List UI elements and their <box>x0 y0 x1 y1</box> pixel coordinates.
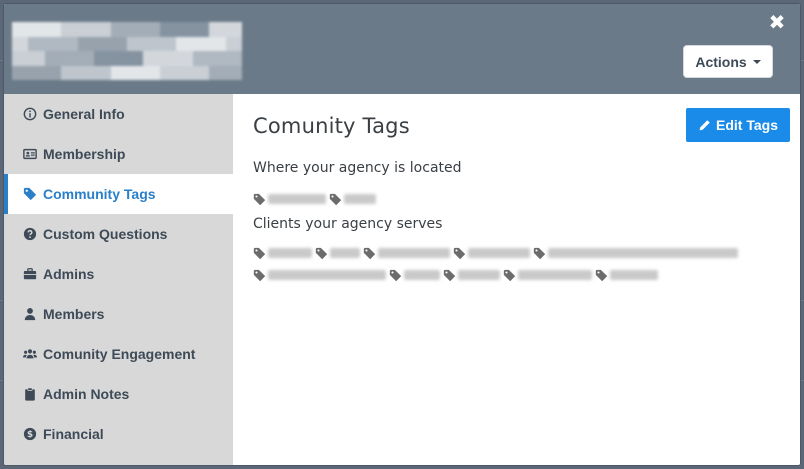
blurred-tag-text <box>378 248 450 258</box>
clients-section-label: Clients your agency serves <box>253 216 443 232</box>
blurred-tag-text <box>468 248 530 258</box>
sidebar-item-financial[interactable]: $ Financial <box>4 414 233 454</box>
modal-header: ✖ Actions <box>4 4 800 94</box>
sidebar-item-label: Financial <box>43 426 104 442</box>
tag-chip <box>253 266 386 284</box>
tag-chip <box>253 244 312 262</box>
tag-chip <box>253 190 326 208</box>
page-title: Comunity Tags <box>253 114 410 138</box>
tag-icon <box>533 247 546 259</box>
tag-chip <box>533 244 738 262</box>
dollar-circle-icon: $ <box>23 427 37 441</box>
sidebar-item-label: Admins <box>43 266 95 282</box>
actions-dropdown-button[interactable]: Actions <box>683 45 773 78</box>
pencil-icon <box>699 119 710 130</box>
tag-chip <box>503 266 592 284</box>
blurred-tag-text <box>404 270 440 280</box>
location-tags <box>253 190 780 208</box>
blurred-tag-text <box>458 270 500 280</box>
tag-icon <box>363 247 376 259</box>
edit-tags-label: Edit Tags <box>716 117 778 133</box>
tag-chip <box>363 244 450 262</box>
tag-chip <box>443 266 500 284</box>
sidebar-item-label: Community Tags <box>43 186 156 202</box>
sidebar-item-community-engagement[interactable]: Comunity Engagement <box>4 334 233 374</box>
close-icon[interactable]: ✖ <box>768 13 786 33</box>
sidebar-item-general-info[interactable]: General Info <box>4 94 233 134</box>
tag-icon <box>253 193 266 205</box>
tag-chip <box>595 266 658 284</box>
sidebar-item-label: Membership <box>43 146 126 162</box>
sidebar-item-label: General Info <box>43 106 125 122</box>
tag-icon <box>443 269 456 281</box>
tag-icon <box>389 269 402 281</box>
sidebar-item-label: Members <box>43 306 105 322</box>
info-circle-icon <box>23 107 37 121</box>
community-modal: ✖ Actions General Info Membership Commun… <box>4 4 800 465</box>
content-panel: Comunity Tags Edit Tags Where your agenc… <box>233 94 800 465</box>
sidebar-item-membership[interactable]: Membership <box>4 134 233 174</box>
tag-icon <box>595 269 608 281</box>
sidebar-item-admins[interactable]: Admins <box>4 254 233 294</box>
actions-label: Actions <box>695 53 747 70</box>
blurred-tag-text <box>344 194 376 204</box>
tag-icon <box>23 187 37 201</box>
tag-icon <box>503 269 516 281</box>
blurred-tag-text <box>330 248 360 258</box>
edit-tags-button[interactable]: Edit Tags <box>686 108 790 142</box>
sidebar-item-label: Admin Notes <box>43 386 130 402</box>
blurred-tag-text <box>268 270 386 280</box>
tag-chip <box>389 266 440 284</box>
blurred-tag-text <box>548 248 738 258</box>
tag-icon <box>453 247 466 259</box>
user-icon <box>23 307 37 321</box>
blurred-tag-text <box>268 194 326 204</box>
location-section-label: Where your agency is located <box>253 160 462 176</box>
clients-tags <box>253 244 780 284</box>
caret-down-icon <box>752 59 761 64</box>
tag-icon <box>329 193 342 205</box>
users-icon <box>23 347 37 361</box>
tag-icon <box>253 247 266 259</box>
blurred-tag-text <box>268 248 312 258</box>
blurred-organization-name <box>12 22 242 80</box>
svg-text:$: $ <box>27 430 33 440</box>
sidebar-item-custom-questions[interactable]: Custom Questions <box>4 214 233 254</box>
sidebar-item-label: Custom Questions <box>43 226 168 242</box>
question-circle-icon <box>23 227 37 241</box>
sidebar-item-community-tags[interactable]: Community Tags <box>4 174 233 214</box>
id-card-icon <box>23 147 37 161</box>
tag-chip <box>329 190 376 208</box>
sidebar-item-members[interactable]: Members <box>4 294 233 334</box>
tag-icon <box>253 269 266 281</box>
briefcase-icon <box>23 267 37 281</box>
blurred-tag-text <box>610 270 658 280</box>
blurred-tag-text <box>518 270 592 280</box>
tag-chip <box>315 244 360 262</box>
clipboard-icon <box>23 387 37 401</box>
sidebar-nav: General Info Membership Community Tags C… <box>4 94 233 465</box>
sidebar-item-label: Comunity Engagement <box>43 346 196 362</box>
tag-icon <box>315 247 328 259</box>
tag-chip <box>453 244 530 262</box>
sidebar-item-admin-notes[interactable]: Admin Notes <box>4 374 233 414</box>
